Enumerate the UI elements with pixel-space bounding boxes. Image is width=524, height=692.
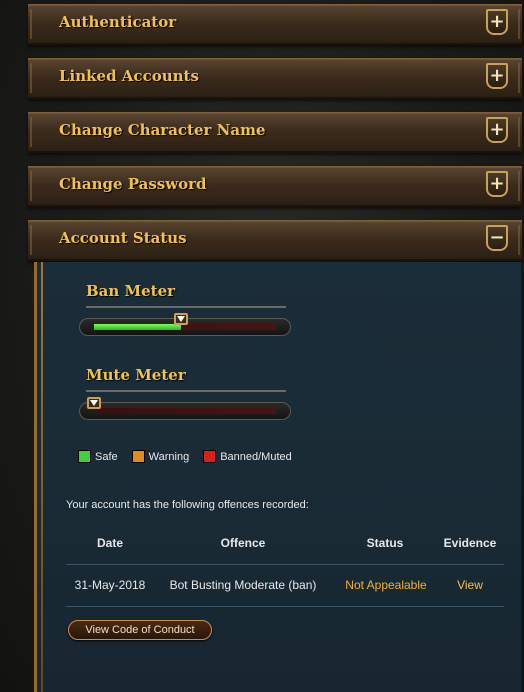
meter-track xyxy=(94,313,276,330)
meter-fill xyxy=(94,324,182,330)
legend-item-safe: Safe xyxy=(78,450,118,463)
header-date: Date xyxy=(96,536,123,550)
mute-meter-label: Mute Meter xyxy=(86,366,186,384)
meter-marker-icon xyxy=(87,397,101,409)
legend-item-banned: Banned/Muted xyxy=(203,450,292,463)
section-title: Change Password xyxy=(59,175,207,193)
collapse-icon[interactable]: − xyxy=(486,225,508,251)
header-status: Status xyxy=(366,536,404,550)
cell-status: Not Appealable xyxy=(345,578,427,592)
section-change-character-name[interactable]: Change Character Name + xyxy=(28,112,522,153)
section-linked-accounts[interactable]: Linked Accounts + xyxy=(28,58,522,99)
evidence-link[interactable]: View xyxy=(432,578,508,592)
legend-swatch xyxy=(78,450,91,463)
view-code-of-conduct-button[interactable]: View Code of Conduct xyxy=(68,620,212,640)
legend-item-warning: Warning xyxy=(131,450,189,463)
meter-track xyxy=(87,397,276,414)
header-evidence: Evidence xyxy=(443,536,497,550)
expand-icon[interactable]: + xyxy=(486,117,508,143)
section-title: Authenticator xyxy=(59,13,177,31)
legend-swatch xyxy=(131,450,145,463)
legend-swatch xyxy=(203,450,217,463)
ban-meter-label: Ban Meter xyxy=(86,282,176,300)
cell-offence: Bot Busting Moderate (ban) xyxy=(169,578,317,592)
expand-icon[interactable]: + xyxy=(486,63,508,89)
meter-marker-icon xyxy=(174,313,189,325)
mute-meter xyxy=(79,397,291,420)
offences-intro: Your account has the following offences … xyxy=(66,499,309,511)
section-title: Linked Accounts xyxy=(59,67,199,85)
expand-icon[interactable]: + xyxy=(486,171,508,197)
header-offence: Offence xyxy=(220,536,266,550)
panel-edge-decoration xyxy=(41,262,43,692)
section-title: Change Character Name xyxy=(59,121,266,139)
table-divider xyxy=(66,606,504,607)
ban-meter xyxy=(79,313,291,336)
table-divider xyxy=(66,564,504,565)
section-change-password[interactable]: Change Password + xyxy=(28,166,522,207)
meter-legend: Safe Warning Banned/Muted xyxy=(78,450,292,463)
divider xyxy=(86,306,286,308)
section-title: Account Status xyxy=(59,229,187,247)
expand-icon[interactable]: + xyxy=(486,9,508,35)
divider xyxy=(86,390,286,392)
cell-date: 31-May-2018 xyxy=(74,578,146,592)
section-account-status[interactable]: Account Status − xyxy=(28,220,522,261)
section-authenticator[interactable]: Authenticator + xyxy=(28,4,522,45)
